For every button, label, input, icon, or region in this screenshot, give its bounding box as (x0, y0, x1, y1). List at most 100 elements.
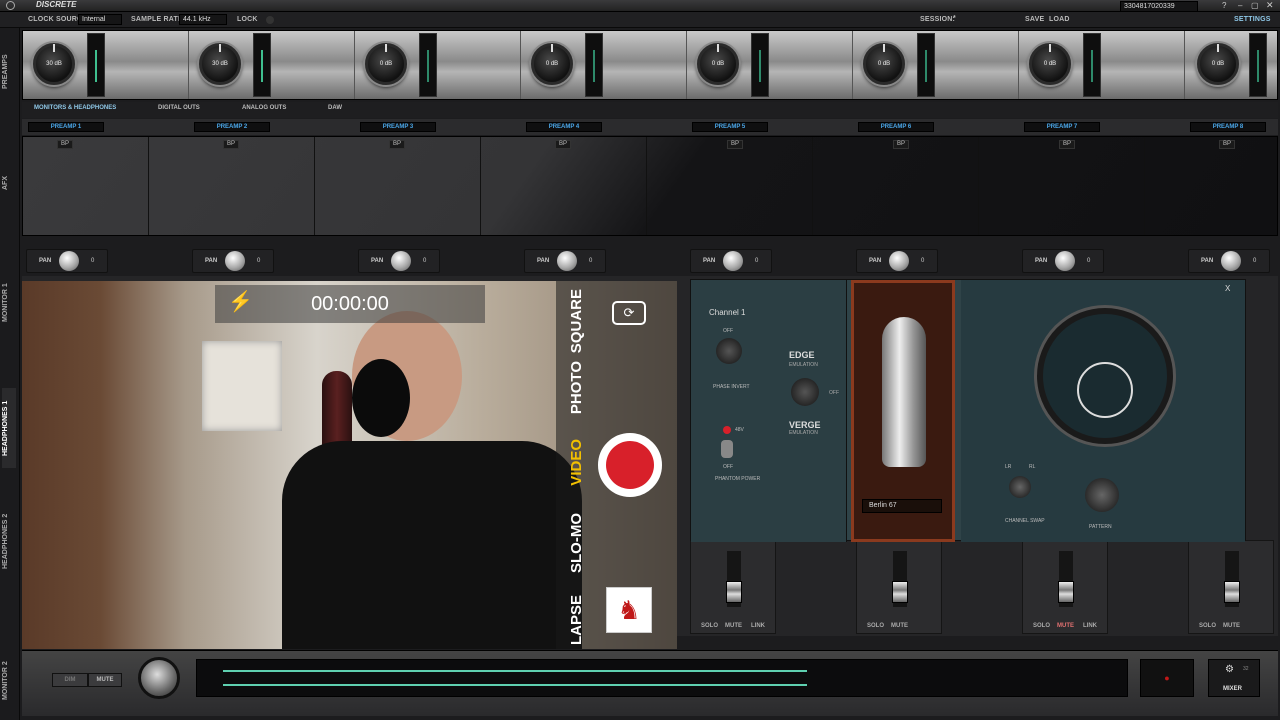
pan-knob[interactable] (1055, 251, 1075, 271)
pan-control[interactable]: PAN 0 (358, 249, 440, 273)
gain-knob[interactable]: 30 dB (199, 43, 241, 85)
tab-digital-outs[interactable]: DIGITAL OUTS (158, 105, 200, 111)
pattern-knob[interactable] (1085, 478, 1119, 512)
volume-fader[interactable] (892, 551, 908, 607)
camera-controls: SQUARE PHOTO VIDEO SLO-MO LAPSE ⟳ ♞ (556, 281, 677, 649)
sidebar-item-headphones-2[interactable]: HEADPHONES 2 (2, 506, 16, 576)
bp-button[interactable]: BP (1059, 140, 1076, 149)
solo-button[interactable]: SOLO (1033, 623, 1050, 629)
gallery-thumbnail-icon[interactable]: ♞ (606, 587, 652, 633)
gain-knob[interactable]: 0 dB (365, 43, 407, 85)
pan-control[interactable]: PAN 0 (26, 249, 108, 273)
dim-button[interactable]: DIM (52, 673, 88, 687)
record-button[interactable] (598, 433, 662, 497)
power-icon[interactable] (6, 1, 15, 10)
mode-lapse[interactable]: LAPSE (568, 595, 585, 645)
channel-swap-switch[interactable] (1009, 476, 1031, 498)
minimize-icon[interactable]: – (1238, 1, 1242, 10)
pan-control[interactable]: PAN 0 (856, 249, 938, 273)
bp-button[interactable]: BP (57, 140, 74, 149)
gain-knob[interactable]: 0 dB (697, 43, 739, 85)
pan-knob[interactable] (59, 251, 79, 271)
mixer-button[interactable]: ⚙ 32 MIXER (1208, 659, 1260, 697)
channel-label-preamp-1[interactable]: PREAMP 1 (28, 122, 104, 132)
emulation-switch[interactable] (791, 378, 819, 406)
flash-off-icon[interactable]: ⚡ (228, 289, 253, 314)
plugin-close-button[interactable]: X (1225, 284, 1230, 293)
mute-button[interactable]: MUTE (88, 673, 122, 687)
bp-button[interactable]: BP (893, 140, 910, 149)
clock-source-dropdown[interactable]: Internal (78, 14, 122, 25)
help-icon[interactable]: ? (1222, 1, 1226, 10)
gain-knob[interactable]: 0 dB (863, 43, 905, 85)
volume-fader[interactable] (1058, 551, 1074, 607)
pan-control[interactable]: PAN 0 (1188, 249, 1270, 273)
pan-knob[interactable] (723, 251, 743, 271)
sidebar-item-monitor-2[interactable]: MONITOR 2 (2, 656, 16, 706)
mic-model-dropdown[interactable]: Berlin 67 (862, 499, 942, 513)
pan-knob[interactable] (225, 251, 245, 271)
serial-dropdown[interactable]: 3304817020339 (1120, 1, 1198, 12)
pan-knob[interactable] (1221, 251, 1241, 271)
mute-button[interactable]: MUTE (725, 623, 742, 629)
channel-label-preamp-8[interactable]: PREAMP 8 (1190, 122, 1266, 132)
sidebar-item-headphones-1[interactable]: HEADPHONES 1 (2, 388, 16, 468)
solo-button[interactable]: SOLO (1199, 623, 1216, 629)
pan-label: PAN (1201, 258, 1214, 264)
bp-button[interactable]: BP (1219, 140, 1236, 149)
channel-label-preamp-7[interactable]: PREAMP 7 (1024, 122, 1100, 132)
mute-button[interactable]: MUTE (1057, 623, 1074, 629)
phase-invert-switch[interactable] (716, 338, 742, 364)
gain-knob[interactable]: 30 dB (33, 43, 75, 85)
bp-button[interactable]: BP (223, 140, 240, 149)
maximize-icon[interactable]: ▢ (1251, 1, 1259, 10)
channel-label-preamp-3[interactable]: PREAMP 3 (360, 122, 436, 132)
link-button[interactable]: LINK (751, 623, 765, 629)
monitor-level-knob[interactable] (138, 657, 180, 699)
pan-knob[interactable] (391, 251, 411, 271)
channel-label-preamp-5[interactable]: PREAMP 5 (692, 122, 768, 132)
volume-fader[interactable] (1224, 551, 1240, 607)
channel-label-preamp-6[interactable]: PREAMP 6 (858, 122, 934, 132)
sidebar-item-afx[interactable]: AFX (2, 168, 16, 198)
tab-monitors-headphones[interactable]: MONITORS & HEADPHONES (34, 105, 116, 111)
bp-button[interactable]: BP (555, 140, 572, 149)
pan-knob[interactable] (557, 251, 577, 271)
pan-knob[interactable] (889, 251, 909, 271)
mode-photo[interactable]: PHOTO (568, 361, 585, 414)
preamp-1: 30 dB (23, 31, 189, 99)
settings-button[interactable]: SETTINGS (1234, 16, 1271, 23)
volume-fader[interactable] (726, 551, 742, 607)
tab-daw[interactable]: DAW (328, 105, 342, 111)
solo-button[interactable]: SOLO (701, 623, 718, 629)
tab-analog-outs[interactable]: ANALOG OUTS (242, 105, 286, 111)
close-icon[interactable]: ✕ (1266, 0, 1274, 11)
preamp-meter (87, 33, 105, 97)
bp-button[interactable]: BP (389, 140, 406, 149)
flip-camera-icon[interactable]: ⟳ (612, 301, 646, 325)
channel-label-preamp-4[interactable]: PREAMP 4 (526, 122, 602, 132)
load-button[interactable]: LOAD (1049, 16, 1070, 23)
save-button[interactable]: SAVE (1025, 16, 1044, 23)
sample-rate-dropdown[interactable]: 44.1 kHz (179, 14, 227, 25)
pan-control[interactable]: PAN 0 (524, 249, 606, 273)
mode-square[interactable]: SQUARE (568, 289, 585, 353)
pan-control[interactable]: PAN 0 (690, 249, 772, 273)
gain-knob[interactable]: 0 dB (1197, 43, 1239, 85)
gain-knob[interactable]: 0 dB (531, 43, 573, 85)
pan-control[interactable]: PAN 0 (192, 249, 274, 273)
mode-slo-mo[interactable]: SLO-MO (568, 513, 585, 573)
channel-label-preamp-2[interactable]: PREAMP 2 (194, 122, 270, 132)
pan-control[interactable]: PAN 0 (1022, 249, 1104, 273)
mute-button[interactable]: MUTE (891, 623, 908, 629)
solo-button[interactable]: SOLO (867, 623, 884, 629)
link-button[interactable]: LINK (1083, 623, 1097, 629)
gain-knob[interactable]: 0 dB (1029, 43, 1071, 85)
bp-button[interactable]: BP (727, 140, 744, 149)
phantom-switch[interactable] (721, 440, 733, 458)
sidebar-item-monitor-1[interactable]: MONITOR 1 (2, 278, 16, 328)
preamp-meter (253, 33, 271, 97)
sidebar-item-preamps[interactable]: PREAMPS (2, 42, 16, 102)
mode-video[interactable]: VIDEO (568, 439, 585, 486)
mute-button[interactable]: MUTE (1223, 623, 1240, 629)
